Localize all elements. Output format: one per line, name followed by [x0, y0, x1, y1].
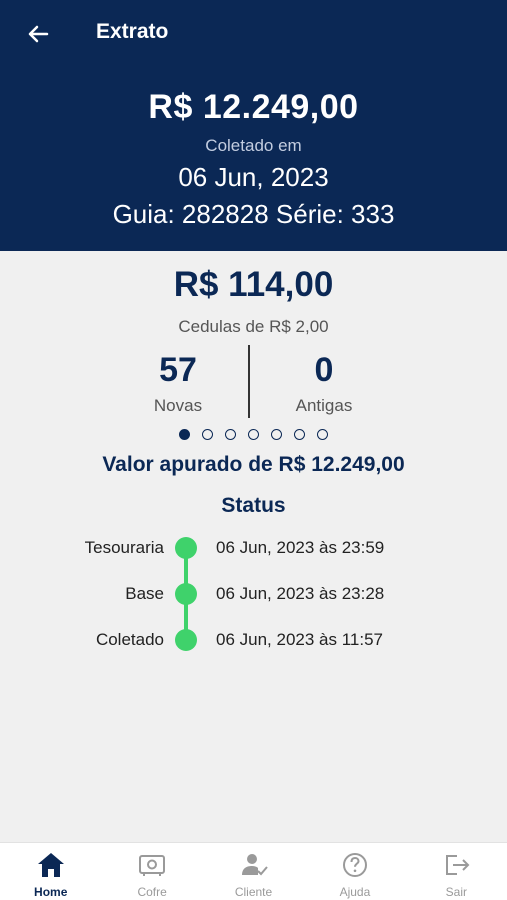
new-count-value: 57: [159, 351, 197, 389]
status-time: 06 Jun, 2023 às 11:57: [216, 630, 383, 649]
nav-item-cliente[interactable]: Cliente: [203, 843, 304, 900]
page-title: Extrato: [96, 20, 169, 43]
status-row: Tesouraria 06 Jun, 2023 às 23:59: [0, 537, 507, 562]
bottom-nav: Home Cofre Cliente Ajuda Sair: [0, 842, 507, 900]
pager-dot[interactable]: [202, 429, 213, 440]
status-dot-icon: [175, 583, 197, 605]
total-amount: R$ 12.249,00: [148, 88, 359, 126]
collected-label: Coletado em: [205, 136, 302, 155]
pager-dot[interactable]: [271, 429, 282, 440]
nav-label: Ajuda: [339, 885, 371, 899]
logout-icon: [441, 851, 471, 879]
status-dot-icon: [175, 629, 197, 651]
collected-date: 06 Jun, 2023: [178, 162, 329, 192]
nav-label: Cliente: [234, 885, 273, 899]
pager-dot[interactable]: [225, 429, 236, 440]
old-count-label: Antigas: [295, 396, 353, 415]
home-icon: [36, 851, 66, 879]
nav-label: Cofre: [137, 885, 167, 899]
nav-item-cofre[interactable]: Cofre: [101, 843, 202, 900]
bill-amount: R$ 114,00: [173, 265, 334, 304]
nav-label: Sair: [445, 885, 467, 899]
guia-serie-info: Guia: 282828 Série: 333: [112, 199, 395, 229]
back-button[interactable]: [22, 18, 54, 50]
nav-label: Home: [34, 885, 68, 899]
pager-dot[interactable]: [317, 429, 328, 440]
status-name: Tesouraria: [84, 538, 164, 557]
status-row: Base 06 Jun, 2023 às 23:28: [0, 583, 507, 608]
new-count-label: Novas: [153, 396, 203, 415]
status-title: Status: [221, 494, 286, 517]
client-icon: [239, 851, 269, 879]
old-bills-count: 0 Antigas: [244, 350, 404, 416]
pager-dot[interactable]: [248, 429, 259, 440]
status-time: 06 Jun, 2023 às 23:59: [216, 538, 385, 557]
pager-dots: [0, 429, 507, 440]
valor-apurado: Valor apurado de R$ 12.249,00: [102, 453, 405, 476]
safe-icon: [137, 851, 167, 879]
help-icon: [340, 851, 370, 879]
status-dot-icon: [175, 537, 197, 559]
status-name: Base: [125, 584, 164, 603]
nav-item-ajuda[interactable]: Ajuda: [304, 843, 405, 900]
status-time: 06 Jun, 2023 às 23:28: [216, 584, 385, 603]
bill-description: Cedulas de R$ 2,00: [178, 317, 329, 336]
header: Extrato R$ 12.249,00 Coletado em 06 Jun,…: [0, 0, 507, 251]
pager-dot[interactable]: [294, 429, 305, 440]
status-row: Coletado 06 Jun, 2023 às 11:57: [0, 629, 507, 654]
arrow-left-icon: [28, 25, 49, 43]
new-bills-count: 57 Novas: [98, 350, 258, 416]
pager-dot[interactable]: [179, 429, 190, 440]
nav-item-sair[interactable]: Sair: [406, 843, 507, 900]
old-count-value: 0: [314, 351, 334, 389]
nav-item-home[interactable]: Home: [0, 843, 101, 900]
status-name: Coletado: [95, 630, 164, 649]
